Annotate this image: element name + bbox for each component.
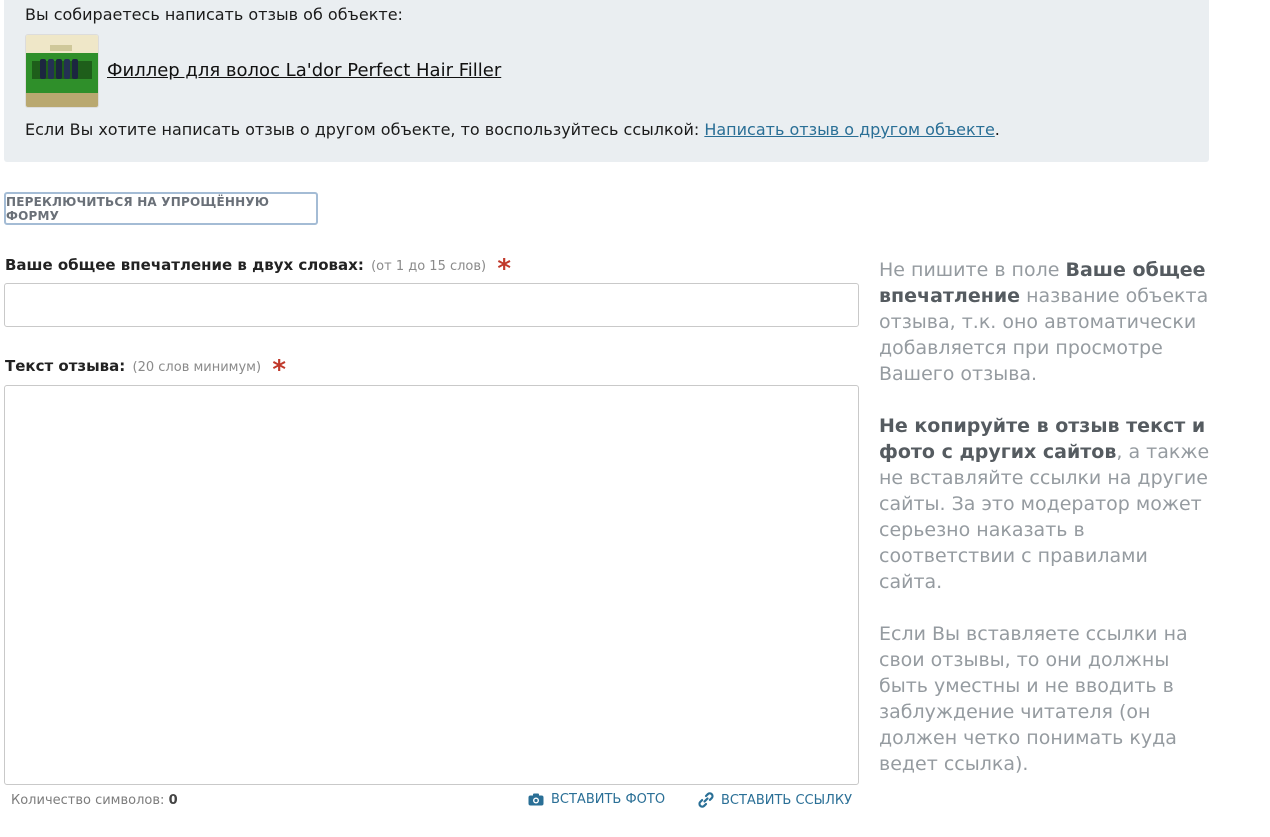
- impression-hint: (от 1 до 15 слов): [371, 259, 487, 274]
- other-object-text: Если Вы хотите написать отзыв о другом о…: [25, 120, 705, 139]
- rule-links-paragraph: Если Вы вставляете ссылки на свои отзывы…: [879, 623, 1188, 775]
- switch-simple-form-button[interactable]: ПЕРЕКЛЮЧИТЬСЯ НА УПРОЩЁННУЮ ФОРМУ: [4, 192, 318, 225]
- review-textarea[interactable]: [4, 385, 859, 785]
- char-counter-value: 0: [168, 793, 178, 808]
- char-counter: Количество символов: 0: [11, 793, 178, 808]
- insert-photo-button[interactable]: ВСТАВИТЬ ФОТО: [528, 792, 665, 807]
- insert-link-label: ВСТАВИТЬ ССЫЛКУ: [721, 792, 853, 808]
- impression-input[interactable]: [4, 283, 859, 327]
- char-counter-label: Количество символов:: [11, 793, 165, 808]
- other-object-link[interactable]: Написать отзыв о другом объекте: [704, 120, 994, 139]
- object-thumbnail[interactable]: [25, 34, 99, 108]
- link-icon: [698, 792, 714, 808]
- rule-title-paragraph: Не пишите в поле Ваше общее впечатление …: [879, 257, 1214, 387]
- review-label: Текст отзыва:: [5, 357, 126, 375]
- required-asterisk: *: [272, 355, 286, 385]
- object-intro: Вы собираетесь написать отзыв об объекте…: [25, 5, 403, 24]
- insert-photo-label: ВСТАВИТЬ ФОТО: [551, 792, 666, 807]
- impression-label: Ваше общее впечатление в двух словах:: [5, 256, 364, 274]
- impression-label-row: Ваше общее впечатление в двух словах: (о…: [5, 256, 511, 282]
- rule-text: , а также не вставляйте ссылки на другие…: [879, 441, 1210, 593]
- rule-text: Не пишите в поле: [879, 259, 1066, 281]
- object-name-link[interactable]: Филлер для волос La'dor Perfect Hair Fil…: [107, 60, 501, 81]
- camera-icon: [528, 793, 544, 806]
- review-label-row: Текст отзыва: (20 слов минимум) *: [5, 357, 286, 383]
- insert-link-button[interactable]: ВСТАВИТЬ ССЫЛКУ: [698, 792, 852, 808]
- other-object-suffix: .: [994, 120, 1000, 139]
- required-asterisk: *: [497, 254, 511, 284]
- other-object-line: Если Вы хотите написать отзыв о другом о…: [25, 120, 1000, 139]
- review-rules-aside: Не пишите в поле Ваше общее впечатление …: [879, 257, 1214, 803]
- rule-copy-paragraph: Не копируйте в отзыв текст и фото с друг…: [879, 413, 1214, 595]
- review-hint: (20 слов минимум): [132, 360, 262, 375]
- object-panel: Вы собираетесь написать отзыв об объекте…: [4, 0, 1209, 162]
- product-image: [26, 35, 98, 107]
